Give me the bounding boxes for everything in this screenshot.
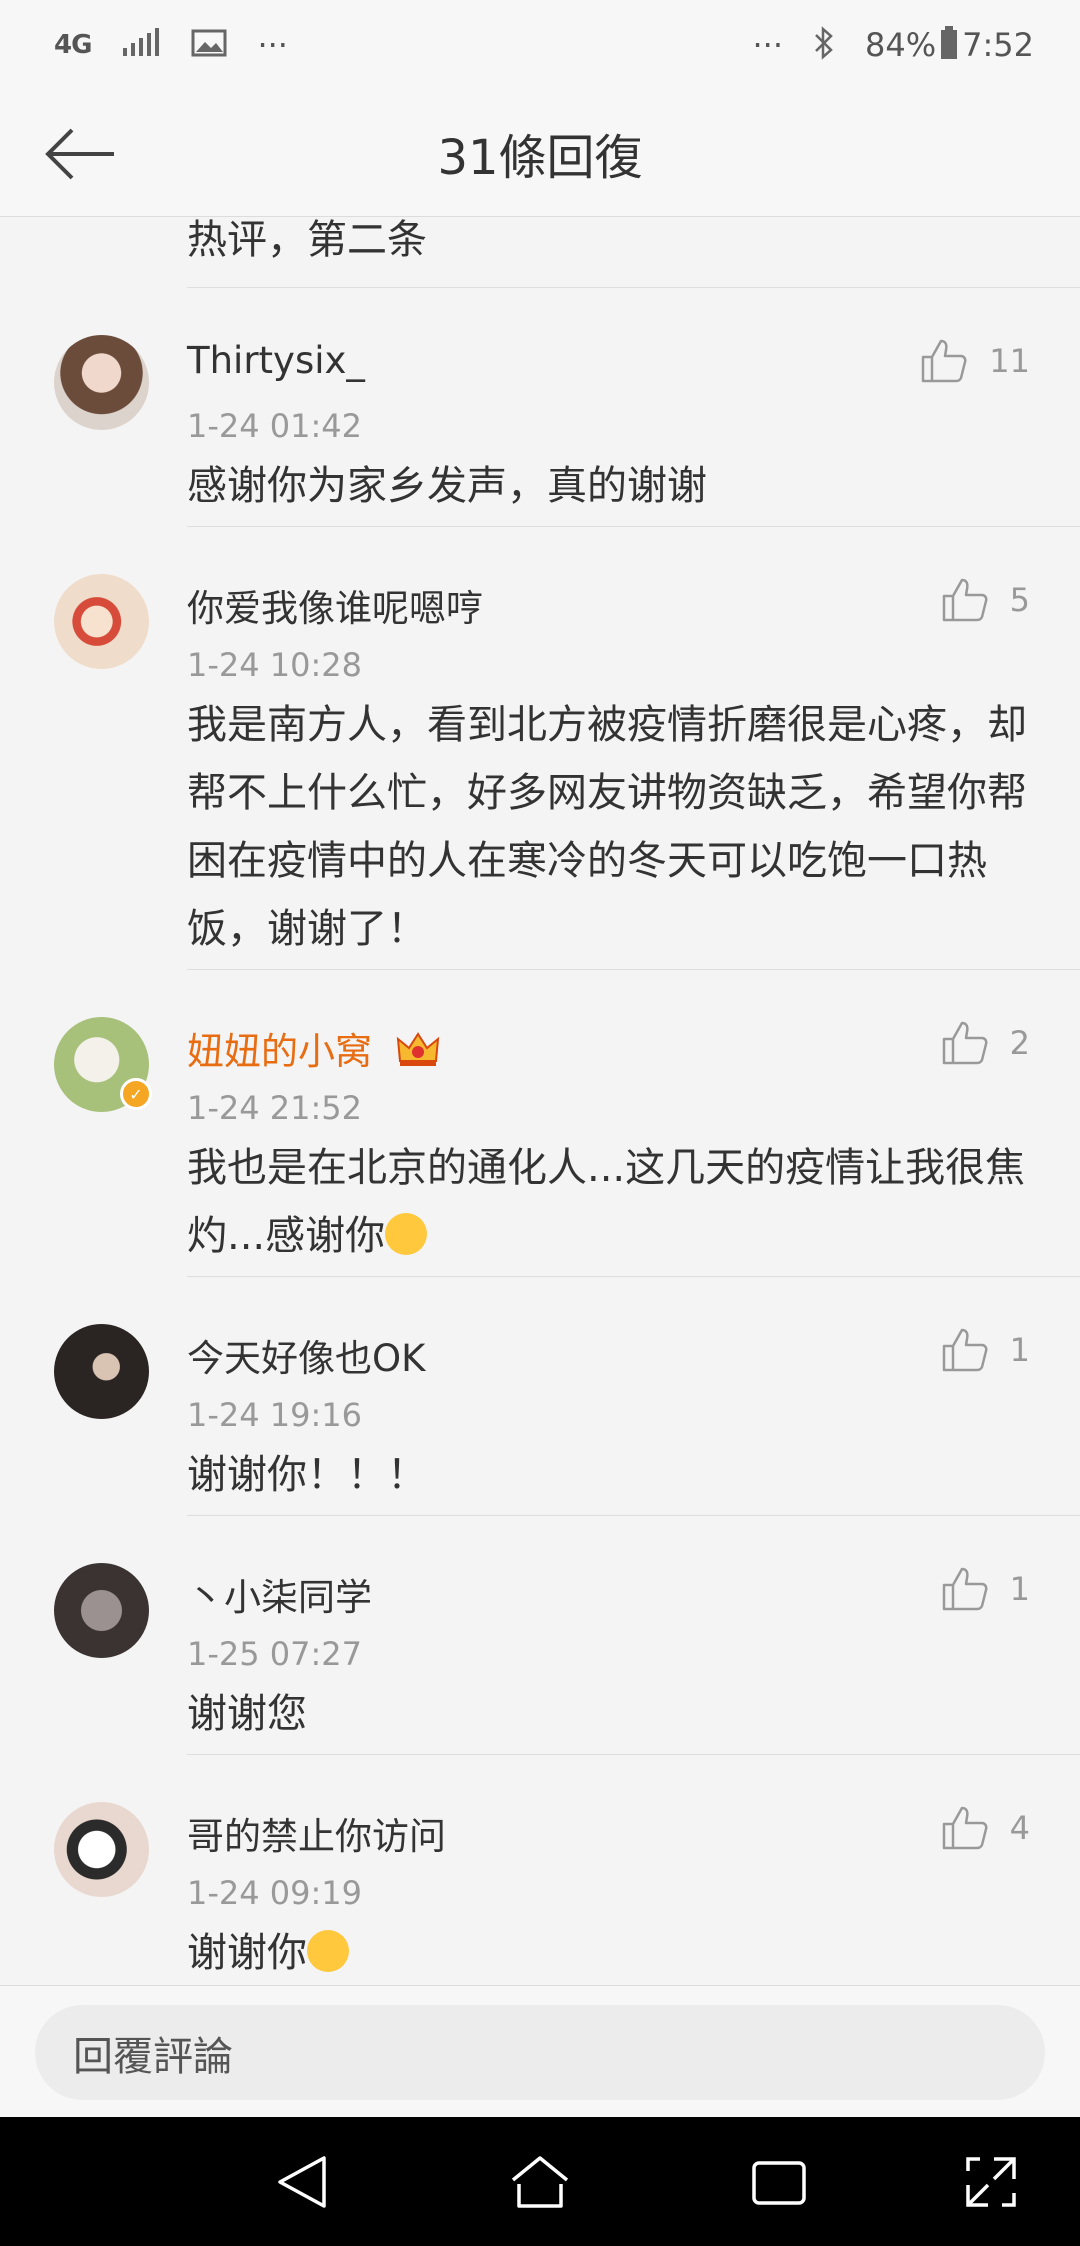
comment-text: 谢谢你 [187,1919,1042,1985]
thumbs-up-icon [942,1806,988,1850]
like-count: 1 [1009,1570,1030,1608]
comment-text: 感谢你为家乡发声，真的谢谢 [187,463,707,509]
comment-item[interactable]: 今天好像也OK 1-24 19:16 谢谢你！！！ 1 [0,1276,1080,1515]
comment-text-content: 我也是在北京的通化人...这几天的疫情让我很焦灼...感谢你 [187,1145,1026,1259]
username[interactable]: 哥的禁止你访问 [187,1806,446,1860]
recents-icon [752,2161,806,2205]
nav-recents-button[interactable] [746,2149,812,2215]
page-title: 31條回復 [437,130,643,186]
network-type: 4G [54,30,92,60]
like-button[interactable]: 1 [942,1567,1030,1611]
username[interactable]: 丶小柒同学 [187,1567,372,1621]
comment-item[interactable]: 哥的禁止你访问 1-24 09:19 谢谢你 4 [0,1754,1080,1985]
avatar[interactable] [54,1563,149,1658]
nav-expand-button[interactable] [958,2149,1024,2215]
reply-input[interactable]: 回覆評論 [35,2005,1045,2100]
comment-text: 我是南方人，看到北方被疫情折磨很是心疼，却帮不上什么忙，好多网友讲物资缺乏，希望… [187,702,1027,952]
battery-icon [940,26,958,64]
partial-comment-text: 热评，第二条 [187,217,427,263]
username[interactable]: 你爱我像谁呢嗯哼 [187,578,483,632]
more-status: ··· [752,26,784,64]
navigation-bar [0,2117,1080,2246]
like-button[interactable]: 1 [942,1328,1030,1372]
avatar[interactable] [54,1324,149,1419]
like-count: 1 [1009,1331,1030,1369]
like-button[interactable]: 11 [921,339,1030,383]
comment-text: 我也是在北京的通化人...这几天的疫情让我很焦灼...感谢你 [187,1134,1042,1270]
reply-bar: 回覆評論 [0,1985,1080,2117]
expand-icon [966,2157,1016,2207]
thumbs-up-icon [942,1328,988,1372]
image-icon [191,28,227,62]
username[interactable]: 今天好像也OK [187,1328,425,1382]
status-left: 4G ··· [54,26,288,64]
comment-item[interactable]: 丶小柒同学 1-25 07:27 谢谢您 1 [0,1515,1080,1754]
status-bar: 4G ··· ··· 84% 7:52 [0,0,1080,90]
nav-home-button[interactable] [507,2149,573,2215]
battery-percent: 84% [865,26,937,64]
more-notifications: ··· [257,26,288,64]
thumbs-up-icon [942,578,988,622]
timestamp: 1-24 19:16 [187,1396,363,1434]
comment-text: 谢谢您 [187,1691,307,1737]
signal-icon [121,28,161,62]
thumbs-up-icon [942,1567,988,1611]
title-bar: 31條回復 [0,90,1080,217]
username-text: 妞妞的小窝 [187,1030,372,1073]
avatar[interactable] [54,335,149,430]
username[interactable]: Thirtysix_ [187,339,365,382]
comment-item[interactable]: 你爱我像谁呢嗯哼 1-24 10:28 我是南方人，看到北方被疫情折磨很是心疼，… [0,526,1080,969]
smiling-emoji-icon [385,1213,428,1255]
timestamp: 1-24 01:42 [187,407,363,445]
like-count: 2 [1009,1024,1030,1062]
comment-item[interactable]: Thirtysix_ 1-24 01:42 感谢你为家乡发声，真的谢谢 11 [0,287,1080,526]
thumbs-up-icon [942,1021,988,1065]
verified-badge-icon: ✓ [120,1078,152,1110]
like-button[interactable]: 4 [942,1806,1030,1850]
comment-item[interactable]: ✓ 妞妞的小窝 1-24 21:52 我也是在北京的通化人...这几天的疫情让我… [0,969,1080,1276]
like-count: 4 [1009,1809,1030,1847]
timestamp: 1-24 21:52 [187,1089,363,1127]
crying-emoji-icon [307,1930,349,1972]
username[interactable]: 妞妞的小窝 [187,1021,440,1076]
like-button[interactable]: 2 [942,1021,1030,1065]
timestamp: 1-25 07:27 [187,1635,363,1673]
crown-icon [396,1031,440,1076]
like-button[interactable]: 5 [942,578,1030,622]
like-count: 11 [989,342,1030,380]
avatar[interactable] [54,1802,149,1897]
comment-text: 谢谢你！！！ [187,1452,427,1498]
bluetooth-icon [813,26,835,64]
avatar[interactable] [54,574,149,669]
status-right: ··· 84% 7:52 [752,26,1034,64]
clock: 7:52 [962,26,1034,64]
timestamp: 1-24 09:19 [187,1874,363,1912]
comment-list[interactable]: 热评，第二条 Thirtysix_ 1-24 01:42 感谢你为家乡发声，真的… [0,217,1080,1985]
timestamp: 1-24 10:28 [187,646,363,684]
thumbs-up-icon [922,339,967,383]
triangle-back-icon [278,2156,326,2208]
nav-back-button[interactable] [268,2149,334,2215]
comment-text-content: 谢谢你 [187,1930,307,1976]
home-icon [511,2156,569,2208]
like-count: 5 [1009,581,1030,619]
